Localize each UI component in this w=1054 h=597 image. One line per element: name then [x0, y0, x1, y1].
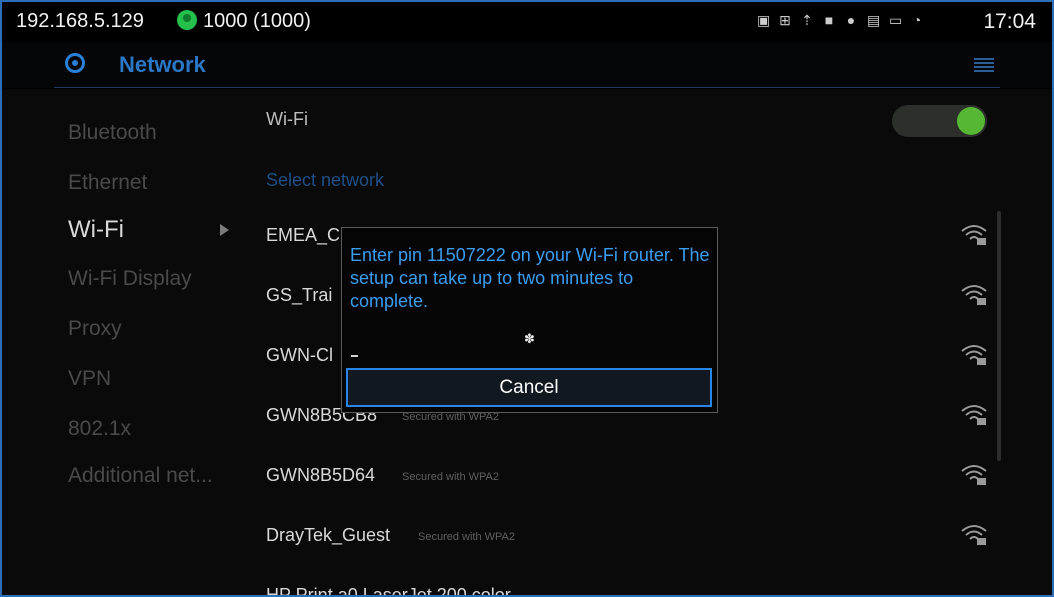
network-row[interactable]: HP Print a0 LaserJet 200 color — [266, 571, 986, 597]
wifi-lock-icon — [961, 345, 987, 365]
input-cursor — [351, 355, 358, 357]
status-bar: 192.168.5.129 1000 (1000) ▣ ⊞ ⇡ ■ ● ▤ ▭ … — [2, 2, 1052, 42]
nav-item-ethernet[interactable]: Ethernet — [68, 171, 147, 195]
network-security: Secured with WPA2 — [402, 471, 500, 483]
cancel-button[interactable]: Cancel — [346, 368, 712, 407]
location-icon: ● — [846, 12, 856, 28]
toggle-knob — [957, 107, 985, 135]
image-icon: ▣ — [757, 12, 771, 28]
wifi-x-icon: ◔ — [912, 12, 922, 28]
upload-icon: ⇡ — [801, 12, 813, 28]
menu-icon[interactable] — [974, 58, 994, 72]
nav-item-bluetooth[interactable]: Bluetooth — [68, 121, 157, 145]
ip-address: 192.168.5.129 — [16, 10, 144, 32]
active-arrow-icon — [220, 224, 229, 236]
network-name: GS_Trai — [266, 285, 333, 305]
network-list-scrollbar[interactable] — [997, 211, 1001, 461]
network-name: EMEA_C — [266, 225, 341, 245]
nav-item-8021x[interactable]: 802.1x — [68, 417, 131, 441]
account-icon — [177, 10, 197, 30]
wifi-toggle-label: Wi-Fi — [266, 109, 308, 129]
clock: 17:04 — [983, 10, 1036, 33]
nav-item-wifi-display[interactable]: Wi-Fi Display — [68, 267, 192, 291]
loading-spinner-icon: ✽ — [524, 331, 535, 346]
wifi-lock-icon — [961, 465, 987, 485]
network-row[interactable]: GWN8B5D64 Secured with WPA2 — [266, 451, 987, 505]
app-header: Network — [2, 42, 1052, 88]
wifi-lock-icon — [961, 525, 987, 545]
network-row[interactable]: DrayTek_Guest Secured with WPA2 — [266, 511, 987, 565]
select-network-heading: Select network — [266, 170, 385, 190]
nav-item-proxy[interactable]: Proxy — [68, 317, 122, 341]
screen: 192.168.5.129 1000 (1000) ▣ ⊞ ⇡ ■ ● ▤ ▭ … — [0, 0, 1054, 597]
settings-nav: Bluetooth Ethernet Wi-Fi Wi-Fi Display P… — [54, 89, 244, 595]
page-title: Network — [119, 52, 206, 77]
network-app-icon — [65, 53, 85, 73]
network-name: DrayTek_Guest — [266, 525, 391, 545]
lock-icon: ■ — [824, 12, 834, 28]
network-security: Secured with WPA2 — [418, 531, 516, 543]
nav-item-wifi[interactable]: Wi-Fi — [68, 216, 124, 244]
nav-item-additional-network[interactable]: Additional net... — [68, 464, 213, 488]
network-name: GWN8B5D64 — [266, 465, 376, 485]
wifi-toggle[interactable] — [892, 105, 987, 137]
sim-icon: ▤ — [867, 12, 881, 28]
network-name: GWN-Cl — [266, 345, 333, 365]
wps-pin-dialog: Enter pin 11507222 on your Wi-Fi router.… — [341, 227, 718, 413]
header-divider — [54, 87, 1000, 88]
nav-item-vpn[interactable]: VPN — [68, 367, 111, 391]
account-label: 1000 (1000) — [203, 10, 311, 32]
monitor-icon: ▭ — [889, 12, 903, 28]
wifi-lock-icon — [961, 225, 987, 245]
network-icon: ⊞ — [779, 12, 791, 28]
wifi-lock-icon — [961, 285, 987, 305]
dialog-message: Enter pin 11507222 on your Wi-Fi router.… — [350, 245, 710, 311]
status-icons: ▣ ⊞ ⇡ ■ ● ▤ ▭ ◔ — [757, 13, 923, 27]
network-name: HP Print a0 LaserJet 200 color — [266, 585, 511, 597]
wifi-lock-icon — [961, 405, 987, 425]
